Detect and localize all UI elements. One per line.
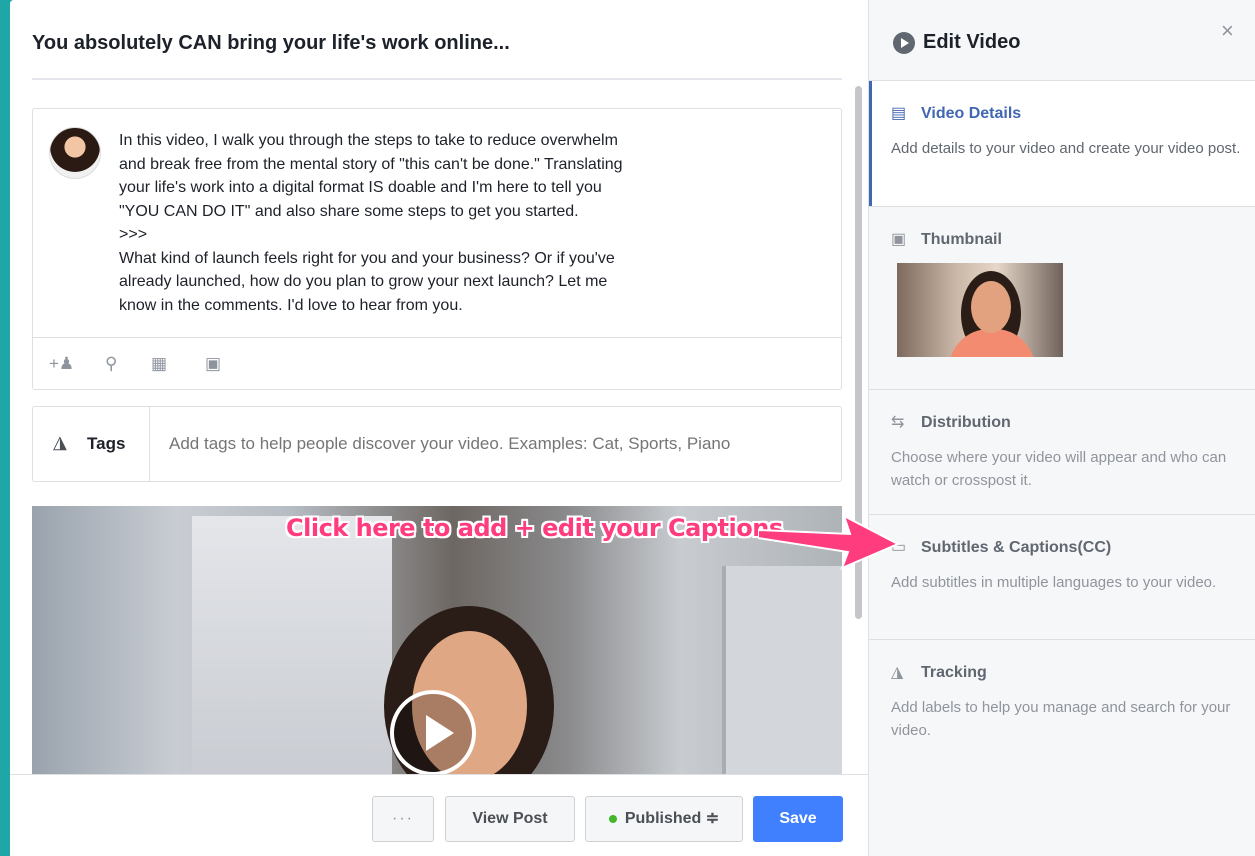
close-icon[interactable]: × [1221, 18, 1234, 44]
post-composer[interactable]: In this video, I walk you through the st… [32, 108, 842, 390]
save-button[interactable]: Save [753, 796, 843, 842]
published-status-dropdown[interactable]: Published ≑ [585, 796, 743, 842]
location-icon[interactable]: ⚲ [105, 354, 117, 374]
tags-field: ◮ Tags [32, 406, 842, 482]
edit-video-dialog: You absolutely CAN bring your life's wor… [10, 0, 1255, 856]
dialog-footer: ··· View Post Published ≑ Save [10, 774, 868, 856]
sidebar-item-desc: Add subtitles in multiple languages to y… [891, 574, 1217, 591]
caption-callout-text: Click here to add + edit your Captions [286, 514, 783, 542]
tags-label-cell: ◮ Tags [33, 407, 150, 481]
published-label: Published ≑ [624, 810, 720, 827]
sidebar-item-label: Thumbnail [921, 231, 1002, 248]
sidebar-item-thumbnail[interactable]: ▣ Thumbnail [869, 207, 1255, 390]
feeling-icon[interactable]: ▣ [205, 354, 221, 374]
sidebar-item-desc: Add details to your video and create you… [891, 140, 1241, 157]
sidebar-header: Edit Video × [869, 0, 1255, 81]
more-options-button[interactable]: ··· [372, 796, 434, 842]
calendar-icon[interactable]: ▦ [151, 354, 167, 374]
sidebar-item-subtitles-captions[interactable]: ▭ Subtitles & Captions(CC) Add subtitles … [869, 515, 1255, 640]
avatar [49, 127, 101, 179]
sidebar-item-label: Tracking [921, 664, 987, 681]
video-details-icon: ▤ [891, 105, 907, 122]
published-dot-icon [608, 814, 617, 823]
active-indicator [869, 81, 872, 206]
tag-icon: ◮ [53, 432, 67, 452]
image-icon: ▣ [891, 231, 907, 248]
distribution-icon: ⇆ [891, 414, 905, 431]
tag-icon: ◮ [891, 664, 904, 681]
view-post-button[interactable]: View Post [445, 796, 575, 842]
play-icon[interactable] [390, 690, 476, 774]
tags-input[interactable] [169, 434, 819, 454]
video-play-icon [893, 32, 915, 54]
sidebar-item-label: Subtitles & Captions(CC) [921, 539, 1112, 556]
video-thumbnail[interactable] [897, 263, 1063, 357]
sidebar-item-desc: Choose where your video will appear and … [891, 449, 1227, 489]
sidebar-item-tracking[interactable]: ◮ Tracking Add labels to help you manage … [869, 640, 1255, 764]
thumbnail-shirt [949, 329, 1035, 357]
thumbnail-face [971, 281, 1011, 333]
title-divider [32, 78, 842, 80]
post-editor: You absolutely CAN bring your life's wor… [10, 0, 868, 856]
callout-arrow-icon [758, 513, 901, 570]
edit-video-sidebar: Edit Video × ▤ Video Details Add details … [868, 0, 1255, 856]
sidebar-item-video-details[interactable]: ▤ Video Details Add details to your video… [869, 81, 1255, 207]
sidebar-item-distribution[interactable]: ⇆ Distribution Choose where your video wi… [869, 390, 1255, 515]
sidebar-item-label: Video Details [921, 105, 1022, 122]
sidebar-item-desc: Add labels to help you manage and search… [891, 699, 1231, 739]
post-description[interactable]: In this video, I walk you through the st… [119, 129, 819, 317]
video-preview[interactable] [32, 506, 842, 774]
tag-people-icon[interactable]: +♟ [49, 354, 74, 374]
post-actions-bar: +♟ ⚲ ▦ ▣ [33, 337, 841, 390]
video-frame-door [722, 566, 842, 774]
video-frame-whiteboard [192, 516, 392, 774]
post-title: You absolutely CAN bring your life's wor… [32, 32, 510, 54]
sidebar-item-label: Distribution [921, 414, 1011, 431]
tags-label: Tags [87, 434, 126, 453]
sidebar-title: Edit Video [923, 31, 1021, 53]
